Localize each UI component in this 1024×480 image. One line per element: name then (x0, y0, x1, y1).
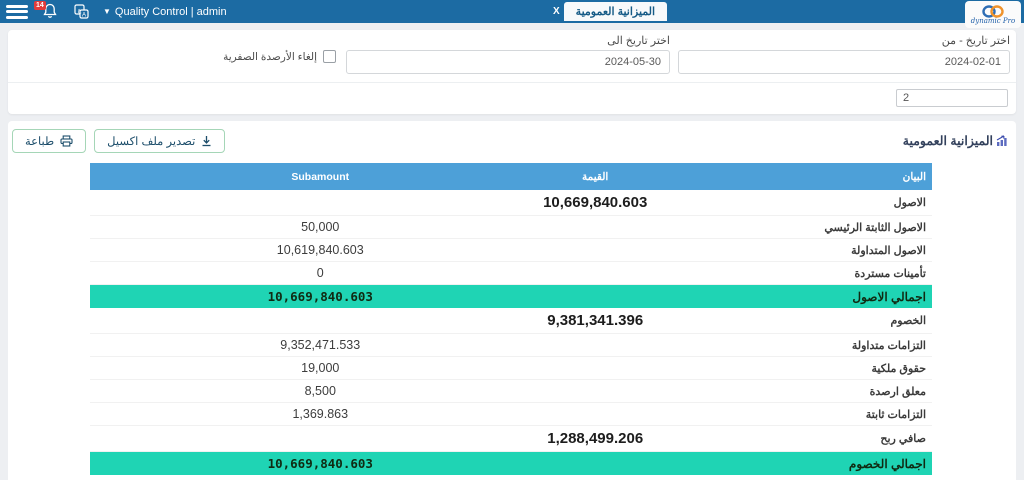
row-subamount: 10,669,840.603 (90, 289, 460, 304)
row-label: التزامات متداولة (730, 339, 932, 352)
date-from-label: اختر تاريخ - من (678, 34, 1010, 47)
balance-sheet-table: البيان القيمة Subamount الاصول 10,669,84… (90, 163, 932, 475)
table-header: البيان القيمة Subamount (90, 163, 932, 190)
chart-increasing-icon (996, 134, 1010, 147)
notification-badge: 14 (34, 1, 46, 10)
table-row[interactable]: اجمالي الاصول 10,669,840.603 (90, 285, 932, 308)
date-from-input[interactable] (678, 50, 1010, 74)
print-button[interactable]: طباعة (12, 129, 86, 153)
row-label: صافي ربح (730, 432, 932, 445)
column-header-subamount[interactable]: Subamount (90, 171, 460, 183)
open-tab[interactable]: X الميزانية العمومية (553, 2, 667, 21)
report-panel: الميزانية العمومية تصدير ملف اكسيل طباعة (8, 121, 1016, 480)
row-label: معلق ارصدة (730, 385, 932, 398)
page-title: الميزانية العمومية (903, 133, 1010, 148)
export-excel-label: تصدير ملف اكسيل (107, 134, 195, 148)
table-row[interactable]: حقوق ملكية 19,000 (90, 357, 932, 380)
svg-text:A: A (82, 13, 86, 19)
table-row[interactable]: التزامات متداولة 9,352,471.533 (90, 334, 932, 357)
hamburger-menu-icon[interactable] (6, 5, 28, 19)
row-label: الاصول المتداولة (730, 244, 932, 257)
printer-icon (60, 135, 73, 147)
chevron-down-icon: ▼ (103, 7, 111, 16)
row-label: التزامات ثابتة (730, 408, 932, 421)
top-navbar: 14 ع A ▼ Quality Control | admin X الميز… (0, 0, 1024, 23)
page-title-text: الميزانية العمومية (903, 133, 993, 148)
column-header-bayan[interactable]: البيان (730, 171, 932, 183)
table-row[interactable]: الاصول المتداولة 10,619,840.603 (90, 239, 932, 262)
row-subamount: 9,352,471.533 (90, 338, 460, 352)
row-subamount: 10,619,840.603 (90, 243, 460, 257)
row-subamount: 0 (90, 266, 460, 280)
date-to-label: اختر تاريخ الى (346, 34, 670, 47)
table-row[interactable]: الاصول الثابتة الرئيسي 50,000 (90, 216, 932, 239)
logo-text: dynamic Pro (971, 18, 1015, 25)
table-row[interactable]: صافي ربح 1,288,499.206 (90, 426, 932, 452)
notifications-button[interactable]: 14 (42, 3, 60, 21)
table-row[interactable]: معلق ارصدة 8,500 (90, 380, 932, 403)
row-label: الاصول (730, 196, 932, 209)
table-row[interactable]: اجمالي الخصوم 10,669,840.603 (90, 452, 932, 475)
column-header-qima[interactable]: القيمة (460, 171, 729, 183)
translate-icon: ع A (74, 4, 89, 19)
row-label: الاصول الثابتة الرئيسي (730, 221, 932, 234)
filters-panel: اختر تاريخ - من اختر تاريخ الى إلغاء الأ… (8, 30, 1016, 114)
table-row[interactable]: الخصوم 9,381,341.396 (90, 308, 932, 334)
user-menu[interactable]: ▼ Quality Control | admin (103, 6, 227, 18)
row-subamount: 10,669,840.603 (90, 456, 460, 471)
zero-balances-checkbox[interactable] (323, 50, 336, 63)
app-logo: dynamic Pro (965, 1, 1021, 28)
language-switch-button[interactable]: ع A (74, 4, 89, 19)
row-label: حقوق ملكية (730, 362, 932, 375)
row-subamount: 8,500 (90, 384, 460, 398)
export-excel-button[interactable]: تصدير ملف اكسيل (94, 129, 225, 153)
user-menu-label: Quality Control | admin (115, 6, 227, 18)
row-value: 1,288,499.206 (460, 430, 729, 447)
row-value: 10,669,840.603 (460, 194, 729, 211)
level-row (8, 82, 1016, 114)
date-to-input[interactable] (346, 50, 670, 74)
print-label: طباعة (25, 134, 54, 148)
tab-label[interactable]: الميزانية العمومية (564, 2, 667, 21)
row-subamount: 50,000 (90, 220, 460, 234)
row-label: تأمينات مستردة (730, 267, 932, 280)
table-body: الاصول 10,669,840.603 الاصول الثابتة الر… (90, 190, 932, 475)
row-label: اجمالي الخصوم (730, 457, 932, 471)
zero-balances-label: إلغاء الأرصدة الصفرية (223, 51, 317, 63)
table-row[interactable]: التزامات ثابتة 1,369.863 (90, 403, 932, 426)
close-icon[interactable]: X (553, 6, 560, 17)
row-label: الخصوم (730, 314, 932, 327)
row-value: 9,381,341.396 (460, 312, 729, 329)
table-row[interactable]: الاصول 10,669,840.603 (90, 190, 932, 216)
download-icon (201, 135, 212, 147)
table-row[interactable]: تأمينات مستردة 0 (90, 262, 932, 285)
row-subamount: 1,369.863 (90, 407, 460, 421)
row-subamount: 19,000 (90, 361, 460, 375)
level-input[interactable] (896, 89, 1008, 107)
row-label: اجمالي الاصول (730, 290, 932, 304)
